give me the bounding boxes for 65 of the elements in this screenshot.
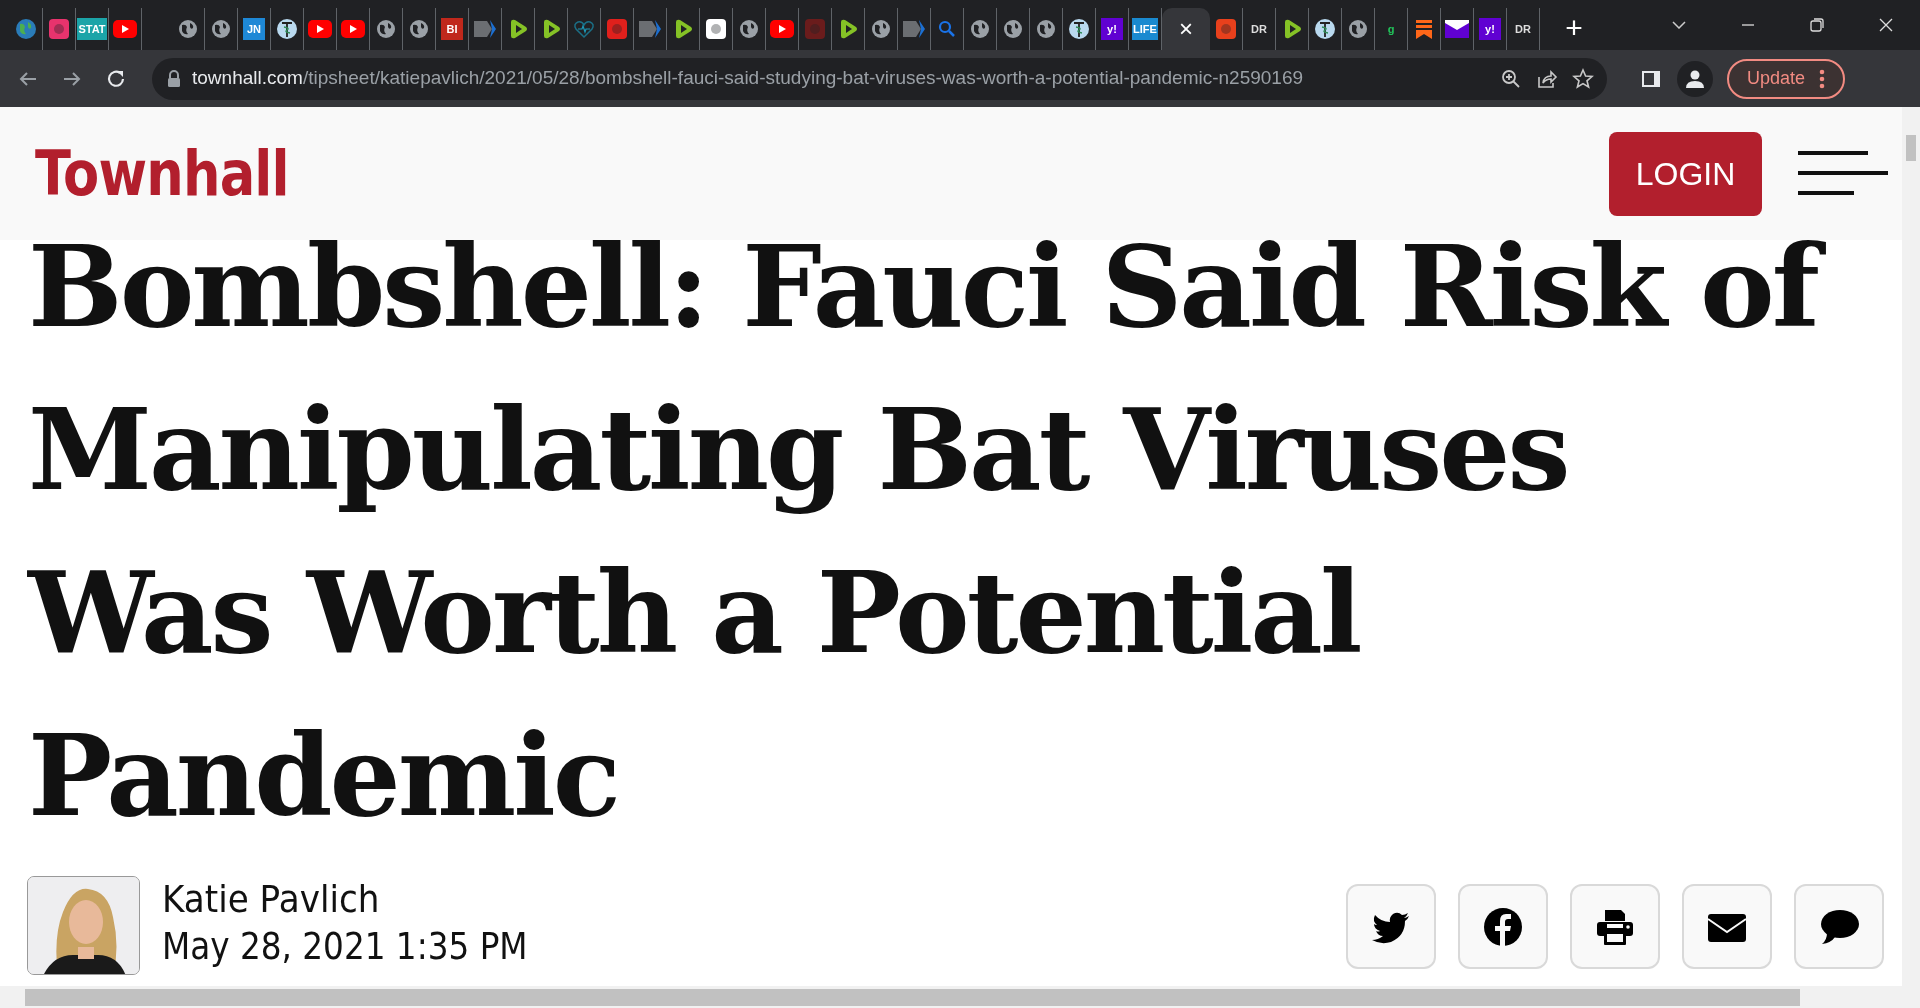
site-logo-icon: LIFE: [1132, 18, 1158, 40]
scrollbar-thumb[interactable]: [1906, 135, 1916, 161]
browser-tab[interactable]: ×: [1162, 8, 1210, 50]
video-play-icon: [113, 20, 137, 38]
browser-tab[interactable]: g: [1375, 8, 1408, 50]
update-button[interactable]: Update: [1727, 58, 1846, 99]
address-bar[interactable]: townhall.com/tipsheet/katiepavlich/2021/05/28/bombshell-fauci-said-studying-bat-viruses-was-worth-a-potential-pandemic-n2590169: [152, 57, 1607, 100]
staff-icon: [276, 18, 298, 40]
profile-button[interactable]: [1677, 60, 1713, 97]
dropdown-caret-icon: [1671, 21, 1686, 29]
globe-icon: [409, 19, 429, 39]
site-logo-icon: STAT: [77, 18, 107, 40]
staff-icon: [1314, 18, 1336, 40]
browser-tab[interactable]: BI: [436, 8, 469, 50]
chevron-tag-icon: [638, 19, 662, 39]
facebook-logo-icon: [1483, 906, 1523, 947]
site-logo-icon: JN: [243, 18, 265, 40]
facebook-share-button[interactable]: [1458, 884, 1548, 969]
globe-icon: [211, 19, 231, 39]
article-headline: Bombshell: Fauci Said Risk of Manipulating Bat Viruses Was Worth a Potential Pandemic: [28, 240, 1902, 857]
envelope-icon: [1445, 20, 1469, 38]
search-icon: [938, 20, 956, 38]
globe-icon: [1036, 19, 1056, 39]
video-play-icon: [341, 20, 365, 38]
email-share-button[interactable]: [1682, 884, 1772, 969]
browser-tab[interactable]: y!: [1474, 8, 1507, 50]
globe-icon: [1003, 19, 1023, 39]
comment-share-button[interactable]: [1794, 884, 1884, 969]
close-icon[interactable]: ×: [1179, 17, 1193, 41]
browser-tab[interactable]: JN: [238, 8, 271, 50]
globe-icon: [871, 19, 891, 39]
site-logo[interactable]: Townhall: [35, 127, 289, 220]
scrollbar-thumb[interactable]: [25, 989, 1800, 1006]
site-logo-icon: y!: [1479, 18, 1501, 40]
new-tab-button[interactable]: +: [1558, 12, 1590, 44]
close-icon: [1878, 18, 1893, 32]
video-play-icon: [770, 20, 794, 38]
bookmark-icon: [1413, 18, 1435, 40]
site-logo-icon: BI: [441, 18, 463, 40]
heart-icon: [573, 19, 595, 39]
login-button[interactable]: LOGIN: [1609, 131, 1762, 216]
video-play-icon: [308, 20, 332, 38]
globe-icon: [15, 18, 37, 40]
globe-icon: [178, 19, 198, 39]
globe-icon: [376, 19, 396, 39]
url-text: townhall.com/tipsheet/katiepavlich/2021/05/28/bombshell-fauci-said-studying-bat-viruses-was-worth-a-potential-pandemic-n2590169: [192, 66, 1304, 91]
print-share-button[interactable]: [1570, 884, 1660, 969]
browser-tab[interactable]: y!: [1096, 8, 1129, 50]
globe-icon: [1348, 19, 1368, 39]
more-icon: [1819, 67, 1826, 90]
author-name[interactable]: Katie Pavlich: [162, 876, 545, 922]
browser-tab[interactable]: DR: [1507, 8, 1540, 50]
twitter-share-button[interactable]: [1346, 884, 1436, 969]
browser-tab[interactable]: DR: [1243, 8, 1276, 50]
chevron-tag-icon: [902, 19, 926, 39]
publish-date: May 28, 2021 1:35 PM: [162, 923, 528, 970]
star-icon: [1571, 66, 1595, 91]
lock-icon: [166, 69, 182, 88]
minimize-icon: [1740, 24, 1755, 26]
staff-icon: [1068, 18, 1090, 40]
restore-icon: [1809, 18, 1824, 32]
site-logo-icon: y!: [1101, 18, 1123, 40]
globe-icon: [970, 19, 990, 39]
globe-icon: [739, 19, 759, 39]
chevron-tag-icon: [473, 19, 497, 39]
